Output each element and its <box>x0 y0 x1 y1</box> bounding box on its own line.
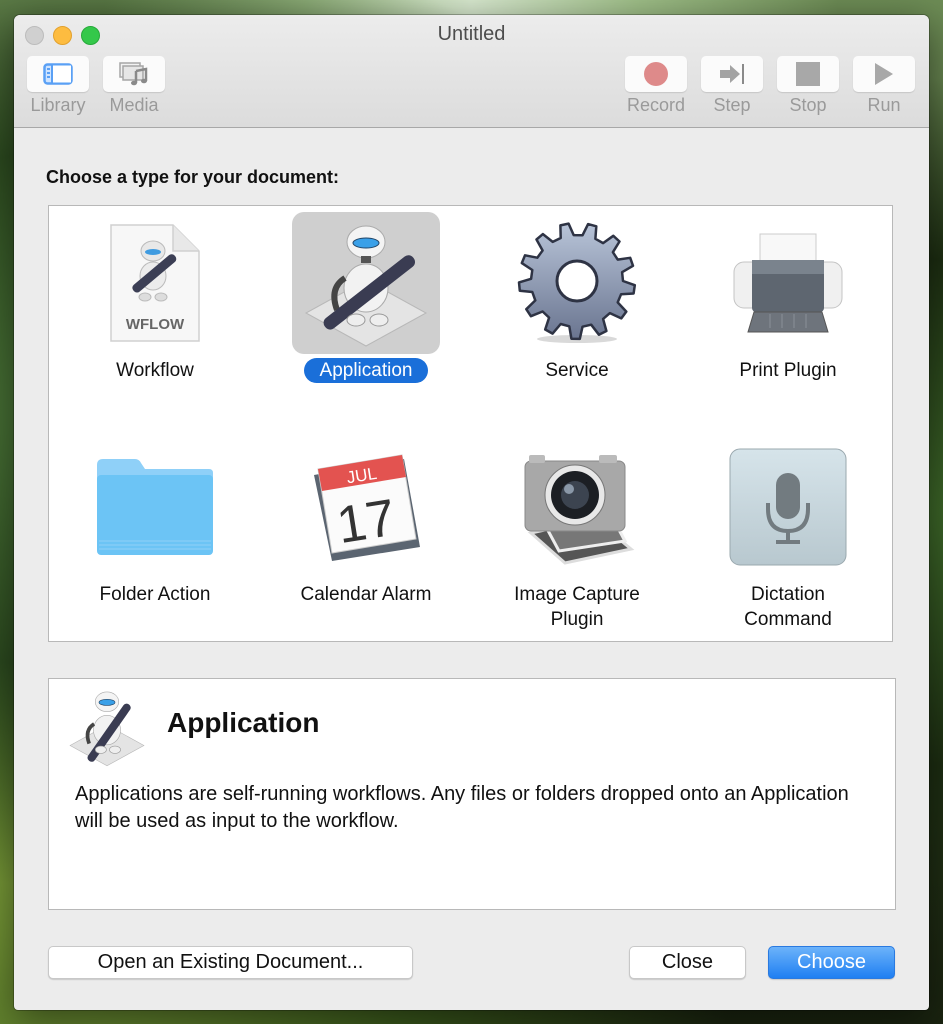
stop-button[interactable]: Stop <box>776 56 840 116</box>
type-label: Application <box>303 358 429 383</box>
type-label: Folder Action <box>99 584 211 605</box>
stop-icon <box>796 62 820 86</box>
type-label: Calendar Alarm <box>300 584 432 605</box>
gear-icon <box>517 222 637 343</box>
chooser-prompt: Choose a type for your document: <box>46 167 340 187</box>
type-application[interactable]: Application <box>266 212 466 383</box>
type-dictation-command[interactable]: Dictation Command <box>688 436 888 632</box>
step-button[interactable]: Step <box>700 56 764 116</box>
library-sidebar-icon <box>43 63 73 85</box>
type-label: Service <box>545 360 609 381</box>
description-text: Applications are self-running workflows.… <box>75 783 849 832</box>
gear-hole <box>555 259 599 303</box>
media-button[interactable]: Media <box>102 56 166 116</box>
step-label: Step <box>713 95 751 115</box>
type-print-plugin[interactable]: Print Plugin <box>688 212 888 383</box>
description-icon <box>67 685 147 774</box>
type-label: Dictation Command <box>744 584 832 630</box>
media-label: Media <box>109 95 159 115</box>
description-panel: Application Applications are self-runnin… <box>48 678 896 910</box>
type-workflow[interactable]: WFLOW Workflow <box>55 212 255 383</box>
description-title: Application <box>167 707 320 738</box>
svg-text:WFLOW: WFLOW <box>126 316 185 333</box>
record-button[interactable]: Record <box>624 56 688 116</box>
open-existing-document-button[interactable]: Open an Existing Document... <box>48 946 413 979</box>
close-button[interactable]: Close <box>629 946 746 979</box>
media-icon <box>119 62 148 86</box>
window-title: Untitled <box>437 23 506 45</box>
automator-robot-icon <box>304 225 428 347</box>
choose-button[interactable]: Choose <box>768 946 895 979</box>
run-button[interactable]: Run <box>852 56 916 116</box>
type-image-capture-plugin[interactable]: Image Capture Plugin <box>477 436 677 632</box>
record-icon <box>644 62 668 86</box>
run-label: Run <box>867 95 901 115</box>
microphone-icon <box>729 448 847 566</box>
record-label: Record <box>626 95 686 115</box>
automator-robot-icon <box>69 691 145 767</box>
document-type-grid: WFLOW Workflow Application Service Print… <box>48 205 893 642</box>
type-label: Print Plugin <box>739 360 837 381</box>
svg-text:17: 17 <box>333 489 399 555</box>
library-label: Library <box>30 95 86 115</box>
calendar-icon: JUL 17 <box>314 454 420 561</box>
type-label: Workflow <box>116 360 194 381</box>
step-icon <box>720 64 744 84</box>
printer-icon <box>733 233 843 333</box>
library-button[interactable]: Library <box>26 56 90 116</box>
run-icon <box>875 63 893 85</box>
type-service[interactable]: Service <box>477 212 677 383</box>
camera-icon <box>524 455 635 565</box>
folder-icon <box>97 459 213 555</box>
workflow-document-icon: WFLOW <box>110 224 200 342</box>
stop-label: Stop <box>789 95 827 115</box>
type-calendar-alarm[interactable]: JUL 17 Calendar Alarm <box>266 436 466 607</box>
type-label: Image Capture Plugin <box>514 584 640 630</box>
type-folder-action[interactable]: Folder Action <box>55 436 255 607</box>
titlebar: Untitled Library Media Record Step Stop … <box>14 15 929 128</box>
automator-window: Untitled Library Media Record Step Stop … <box>14 15 929 1010</box>
